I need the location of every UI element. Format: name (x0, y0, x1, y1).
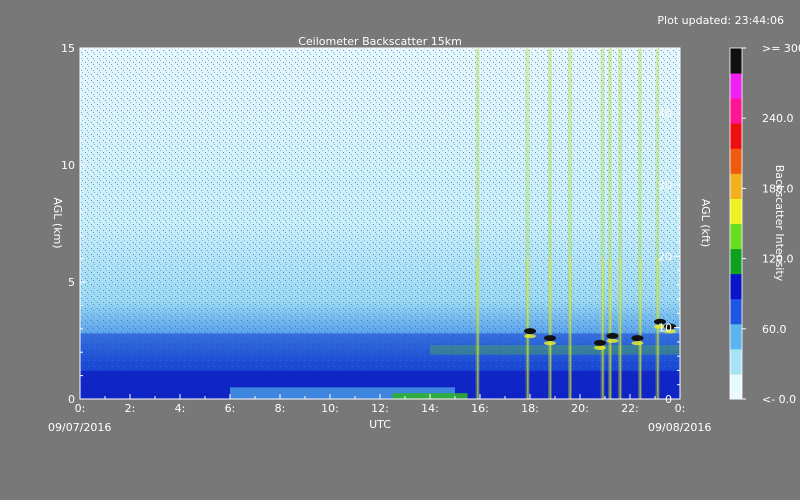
colorbar-segment (730, 48, 742, 74)
cloud-base-halo (594, 345, 606, 350)
y-tick-label: 10 (61, 159, 75, 172)
cloud-base-halo (606, 338, 619, 343)
cloud-base-hit (631, 335, 644, 342)
y-right-tick-label: 30 (658, 179, 672, 192)
x-tick-label: 0: (75, 402, 86, 415)
x-tick-label: 12: (371, 402, 389, 415)
y-tick-label: 5 (68, 276, 75, 289)
colorbar-segment (730, 148, 742, 174)
x-tick-label: 22: (621, 402, 639, 415)
aerosol-layer (430, 345, 680, 355)
y-right-tick-label: 20 (658, 250, 672, 263)
y-tick-label: 15 (61, 42, 75, 55)
precip-streak-core (549, 258, 551, 399)
date-end-label: 09/08/2016 (648, 421, 711, 434)
x-tick-label: 6: (225, 402, 236, 415)
colorbar-segment (730, 223, 742, 250)
colorbar-label: Backscatter Intensity (773, 165, 786, 282)
cloud-base-halo (631, 341, 644, 346)
x-tick-label: 20: (571, 402, 589, 415)
colorbar-tick-label: 240.0 (762, 112, 794, 125)
colorbar: <- 0.060.0120.0180.0240.0>= 300.0 (729, 42, 800, 406)
precip-streak-core (477, 258, 479, 399)
precip-streak-core (602, 258, 604, 399)
colorbar-segment (730, 98, 742, 124)
chart-title: Ceilometer Backscatter 15km (298, 35, 462, 48)
cloud-base-hit (524, 328, 536, 335)
x-tick-label: 0: (675, 402, 686, 415)
x-tick-label: 14: (421, 402, 439, 415)
colorbar-tick-label: <- 0.0 (762, 393, 796, 406)
cloud-base-hit (544, 335, 556, 342)
precip-streak-core (609, 258, 611, 399)
colorbar-segment (730, 373, 742, 400)
precip-streak-core (639, 258, 641, 399)
x-tick-label: 2: (125, 402, 136, 415)
x-tick-label: 16: (471, 402, 489, 415)
x-tick-label: 8: (275, 402, 286, 415)
plot-updated-label: Plot updated: 23:44:06 (657, 14, 784, 27)
colorbar-segment (730, 123, 742, 149)
date-start-label: 09/07/2016 (48, 421, 111, 434)
colorbar-segment (730, 73, 742, 99)
x-tick-label: 10: (321, 402, 339, 415)
precip-streak-core (619, 258, 621, 399)
y-tick-label: 0 (68, 393, 75, 406)
colorbar-segment (730, 323, 742, 350)
cloud-base-halo (544, 341, 556, 346)
plot-area (80, 48, 680, 399)
colorbar-segment (730, 348, 742, 375)
cloud-base-hit (606, 332, 619, 339)
colorbar-tick-label: >= 300.0 (762, 42, 800, 55)
y-right-tick-label: 0 (665, 393, 672, 406)
colorbar-segment (730, 248, 742, 275)
colorbar-segment (730, 173, 742, 199)
colorbar-segment (730, 273, 742, 300)
y-right-tick-label: 40 (658, 108, 672, 121)
cloud-base-hit (594, 339, 606, 346)
precip-streak-core (569, 258, 571, 399)
y-axis-right-label: AGL (kft) (699, 199, 712, 247)
x-axis-label: UTC (369, 418, 391, 431)
x-tick-label: 18: (521, 402, 539, 415)
colorbar-segment (730, 198, 742, 224)
y-axis-left-label: AGL (km) (51, 197, 64, 248)
x-tick-label: 4: (175, 402, 186, 415)
colorbar-tick-label: 60.0 (762, 323, 787, 336)
cloud-base-halo (524, 334, 536, 339)
chart: Plot updated: 23:44:06 Ceilometer Backsc… (48, 14, 800, 434)
colorbar-segment (730, 298, 742, 325)
y-right-tick-label: 10 (658, 322, 672, 335)
